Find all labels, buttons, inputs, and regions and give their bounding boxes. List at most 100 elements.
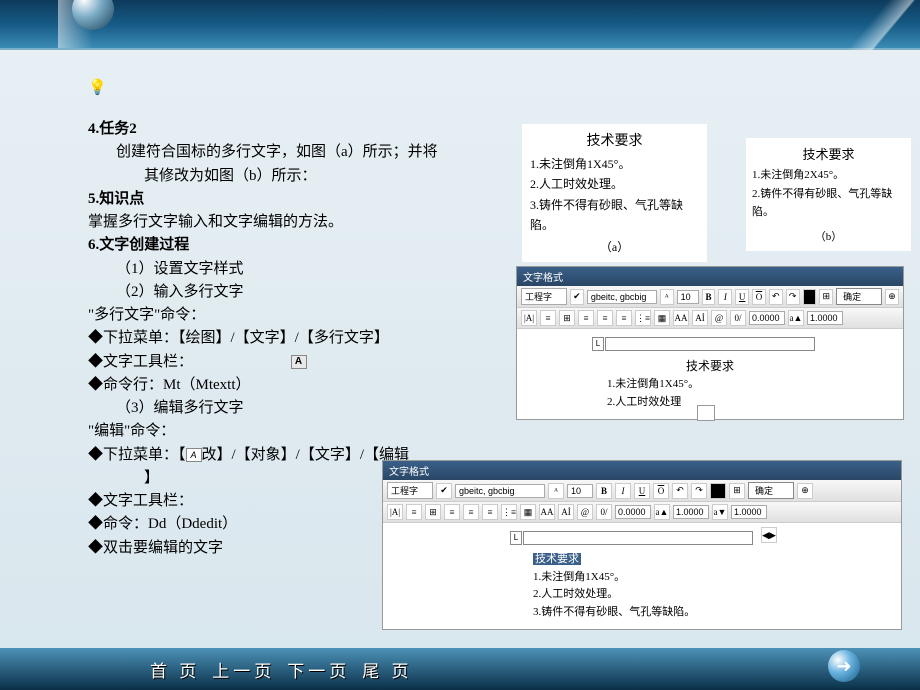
italic-button-2[interactable]: I [615,483,631,499]
bold-button[interactable]: B [702,289,716,305]
figure-b-caption: （b） [752,228,905,247]
step1: （1）设置文字样式 [88,258,508,281]
width-factor-2a[interactable]: 1.0000 [673,505,709,519]
bold-button-2[interactable]: B [596,483,612,499]
panel2-ruler-wrap: L ◀▶ [383,523,901,545]
linespacing-icon[interactable]: ⊞ [559,310,575,326]
panel1-ruler[interactable]: L [605,337,815,351]
figure-b: 技术要求 1.未注倒角2X45°。 2.铸件不得有砂眼、气孔等缺陷。 （b） [746,138,911,251]
nav-first[interactable]: 首 页 [150,657,200,682]
uppercase-button-2[interactable]: AA [539,504,555,520]
style-select-2[interactable]: 工程字 [387,482,433,499]
redo-button[interactable]: ↷ [786,289,800,305]
step2: （2）输入多行文字 [88,281,508,304]
underline-button-2[interactable]: U [634,483,650,499]
size-select[interactable]: 10 [677,290,699,304]
justify-icon-2[interactable]: ≡ [406,504,422,520]
numbering-icon-2[interactable]: ⋮≡ [501,504,517,520]
slide-top-banner [0,0,920,50]
heading-task2: 4.任务2 [88,118,508,141]
font-select-2[interactable]: gbeitc, gbcbig [455,484,545,498]
undo-button-2[interactable]: ↶ [672,483,688,499]
ruler-toggle-icon[interactable]: ⊞ [819,289,833,305]
ruler-L-2[interactable]: L [510,531,522,545]
panel1-ruler-wrap: L [517,329,903,351]
style-apply-icon[interactable]: ✔ [570,289,584,305]
color-swatch[interactable] [803,289,817,305]
text-format-panel-1: 文字格式 工程字 ✔ gbeitc, gbcbig ᴬ 10 B I U O ↶… [516,266,904,420]
undo-button[interactable]: ↶ [769,289,783,305]
symbol-button[interactable]: Aİ [692,310,708,326]
columns-icon-2[interactable]: |A| [387,504,403,520]
stack-down-icon-2[interactable]: a▼ [712,504,728,520]
align-left-icon-2[interactable]: ≡ [444,504,460,520]
options-button[interactable]: ⊕ [885,289,899,305]
panel1-resize-handle[interactable] [697,405,715,421]
size-select-2[interactable]: 10 [567,484,593,498]
stack-up-icon-2[interactable]: a▲ [654,504,670,520]
tracking-value-2[interactable]: 0.0000 [615,505,651,519]
ok-button-2[interactable]: 确定 [748,482,794,499]
options-button-2[interactable]: ⊕ [797,483,813,499]
text-format-panel-2: 文字格式 工程字 ✔ gbeitc, gbcbig ᴬ 10 B I U O ↶… [382,460,902,630]
columns-icon[interactable]: |A| [521,310,537,326]
figure-a-caption: （a） [530,237,699,257]
at-button-2[interactable]: @ [577,504,593,520]
panel2-row1: 工程字 ✔ gbeitc, gbcbig ᴬ 10 B I U O ↶ ↷ ⊞ … [383,480,901,502]
align-left-icon[interactable]: ≡ [578,310,594,326]
nav-prev[interactable]: 上一页 [212,657,275,682]
oblique-button-2[interactable]: 0/ [596,504,612,520]
slide: 4.任务2 创建符合国标的多行文字，如图（a）所示；并将 其修改为如图（b）所示… [0,0,920,690]
panel1-title: 文字格式 [517,267,903,286]
align-right-icon-2[interactable]: ≡ [482,504,498,520]
figure-a-line3: 3.铸件不得有砂眼、气孔等缺陷。 [530,195,699,236]
align-center-icon[interactable]: ≡ [597,310,613,326]
font-annot-icon[interactable]: ᴬ [660,289,674,305]
arrow-right-icon: ➜ [836,656,851,677]
width-factor-2b[interactable]: 1.0000 [731,505,767,519]
panel2-ruler[interactable]: L [523,531,753,545]
style-select[interactable]: 工程字 [521,288,567,305]
edit-a-icon: A [186,448,202,462]
stack-up-icon[interactable]: a▲ [788,310,804,326]
linespacing-icon-2[interactable]: ⊞ [425,504,441,520]
field-icon-2[interactable]: ▦ [520,504,536,520]
align-right-icon[interactable]: ≡ [616,310,632,326]
width-factor[interactable]: 1.0000 [807,311,843,325]
task2-line2: 其修改为如图（b）所示： [88,165,508,188]
style-apply-icon-2[interactable]: ✔ [436,483,452,499]
heading-knowledge: 5.知识点 [88,188,508,211]
align-center-icon-2[interactable]: ≡ [463,504,479,520]
oblique-button[interactable]: 0/ [730,310,746,326]
ruler-L[interactable]: L [592,337,604,351]
font-select[interactable]: gbeitc, gbcbig [587,290,657,304]
mtext-cmdline: ◆命令行：Mt（Mtextt） [88,374,508,397]
justify-icon[interactable]: ≡ [540,310,556,326]
numbering-icon[interactable]: ⋮≡ [635,310,651,326]
redo-button-2[interactable]: ↷ [691,483,707,499]
figure-b-line2: 2.铸件不得有砂眼、气孔等缺陷。 [752,185,905,222]
overline-button[interactable]: O [752,289,766,305]
ruler-toggle-icon-2[interactable]: ⊞ [729,483,745,499]
ok-button[interactable]: 确定 [836,288,882,305]
field-icon[interactable]: ▦ [654,310,670,326]
overline-button-2[interactable]: O [653,483,669,499]
panel2-row2: |A| ≡ ⊞ ≡ ≡ ≡ ⋮≡ ▦ AA Aİ @ 0/ 0.0000 a▲ … [383,502,901,523]
font-annot-icon-2[interactable]: ᴬ [548,483,564,499]
uppercase-button[interactable]: AA [673,310,689,326]
underline-button[interactable]: U [735,289,749,305]
panel2-edit-area[interactable]: 技术要求 1.未注倒角1X45°。 2.人工时效处理。 3.铸件不得有砂眼、气孔… [383,545,901,629]
tracking-value[interactable]: 0.0000 [749,311,785,325]
edit-cmd-label: "编辑"命令： [88,420,508,443]
at-button[interactable]: @ [711,310,727,326]
color-swatch-2[interactable] [710,483,726,499]
symbol-button-2[interactable]: Aİ [558,504,574,520]
corner-accent [840,0,920,50]
panel2-spin[interactable]: ◀▶ [761,527,777,543]
italic-button[interactable]: I [718,289,732,305]
next-arrow-button[interactable]: ➜ [828,650,860,682]
step3: （3）编辑多行文字 [88,397,508,420]
nav-last[interactable]: 尾 页 [362,657,412,682]
nav-next[interactable]: 下一页 [287,657,350,682]
figure-b-line1: 1.未注倒角2X45°。 [752,166,905,185]
